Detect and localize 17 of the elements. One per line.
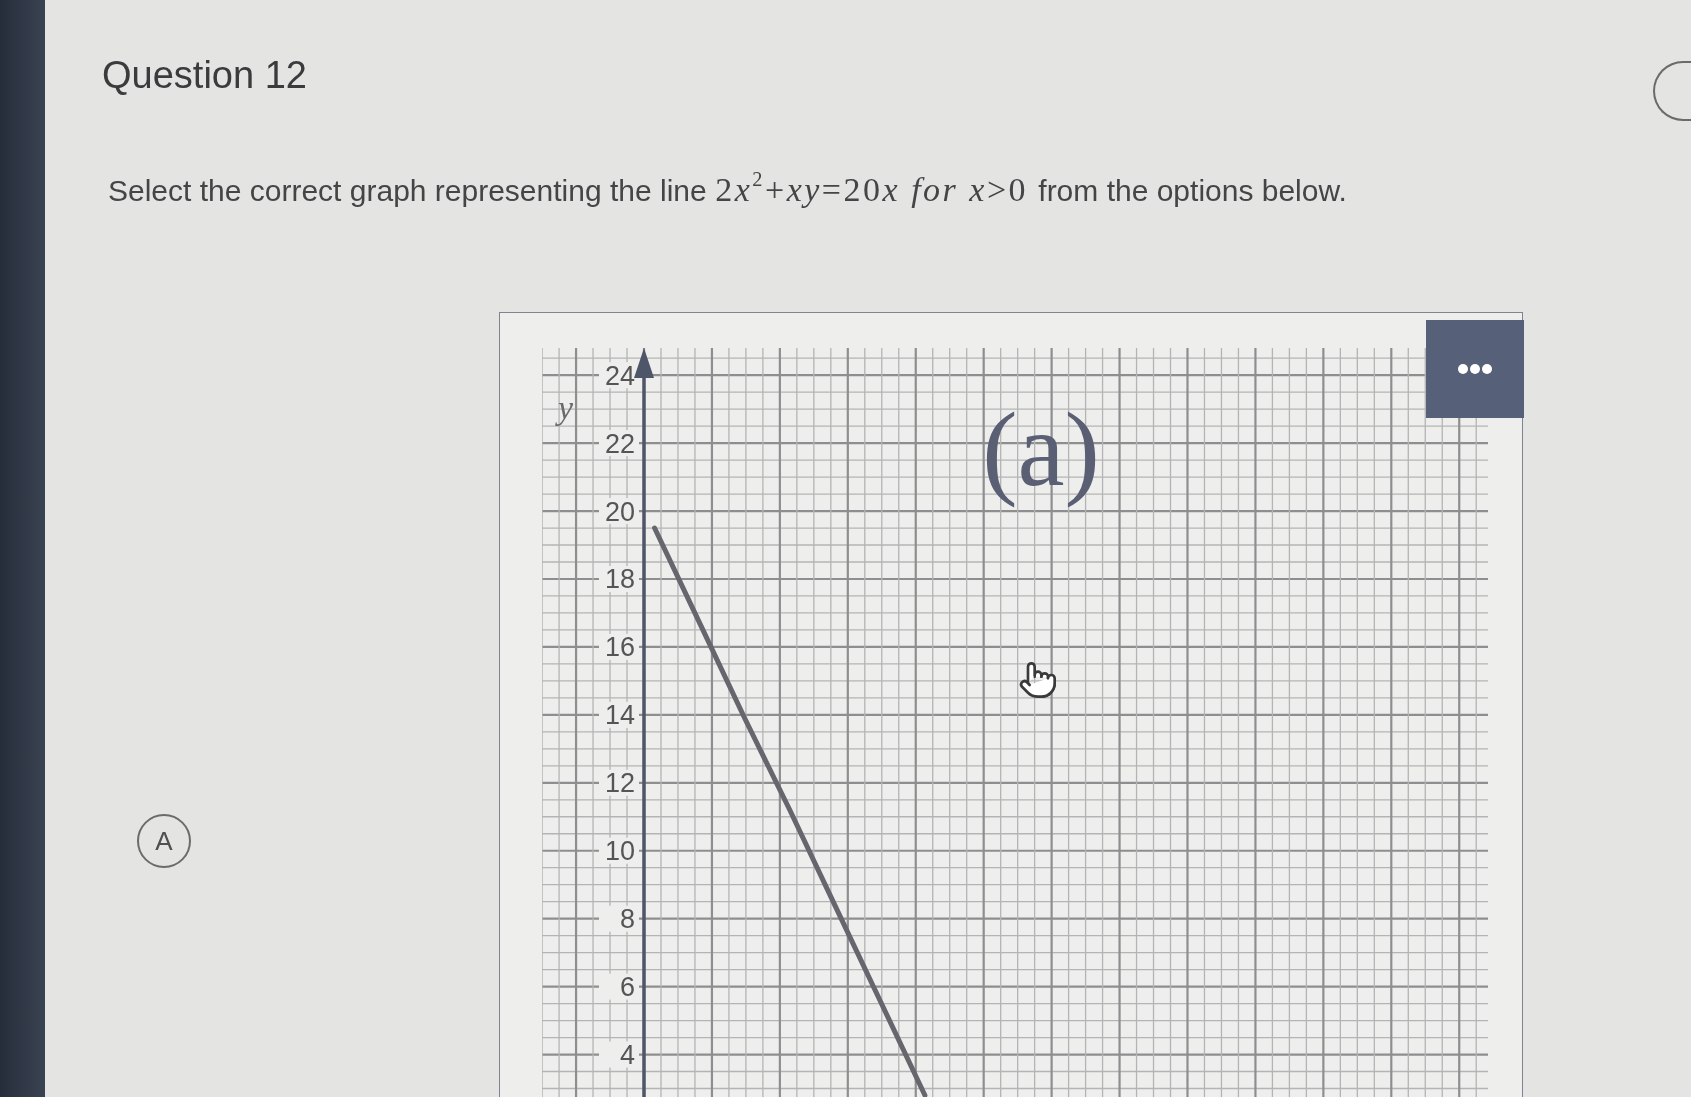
question-title: Question 12: [102, 53, 307, 97]
axis-tick-label: 20: [604, 496, 635, 527]
axis-tick-label: 8: [619, 904, 635, 935]
axis-tick-label: 12: [604, 768, 635, 799]
edge-button[interactable]: [1653, 61, 1691, 121]
axis-tick-label: 22: [604, 428, 635, 459]
more-icon: [1458, 364, 1492, 374]
question-text: Select the correct graph representing the line 2x$^{2}$+xy=20x for x>0 from the options below.: [108, 172, 1347, 209]
axis-tick-label: 10: [604, 836, 635, 867]
more-button[interactable]: [1426, 320, 1524, 418]
axis-tick-label: 18: [604, 564, 635, 595]
axis-tick-label: 14: [604, 700, 635, 731]
axis-tick-label: 6: [619, 972, 635, 1003]
axis-tick-label: 4: [619, 1040, 635, 1071]
axis-tick-label: 24: [604, 360, 635, 391]
option-radio[interactable]: A: [137, 814, 191, 868]
axis-tick-label: 16: [604, 632, 635, 663]
